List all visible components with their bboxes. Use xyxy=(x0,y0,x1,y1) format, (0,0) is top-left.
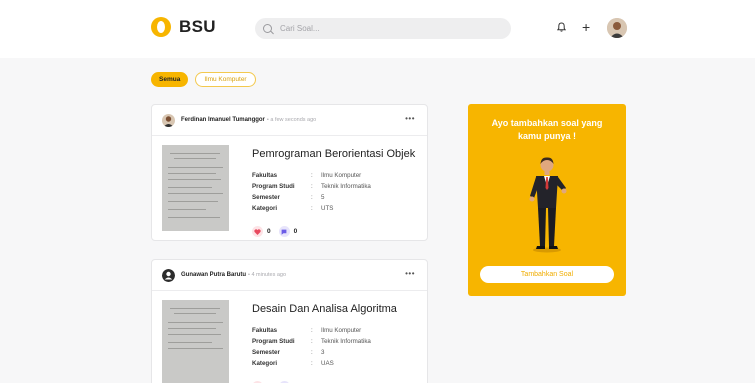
logo-icon xyxy=(151,17,171,37)
more-icon[interactable]: ••• xyxy=(405,269,415,278)
author-name[interactable]: Gunawan Putra Barutu xyxy=(181,272,246,278)
post-time: • a few seconds ago xyxy=(266,117,317,123)
author-avatar[interactable] xyxy=(162,113,175,127)
navbar: BSU + xyxy=(0,0,755,58)
bell-icon[interactable] xyxy=(557,22,566,32)
meta-label: Program Studi xyxy=(252,183,295,190)
meta-label: Semester xyxy=(252,194,280,201)
comment-button[interactable] xyxy=(278,226,290,237)
more-icon[interactable]: ••• xyxy=(405,114,415,123)
user-avatar[interactable] xyxy=(607,18,627,38)
question-thumbnail[interactable] xyxy=(162,145,229,231)
filter-chip-semua[interactable]: Semua xyxy=(151,72,189,87)
filter-chip-ilmu-komputer[interactable]: Ilmu Komputer xyxy=(195,72,256,87)
card-body: Pemrograman Berorientasi Objek Fakultas:… xyxy=(152,136,427,240)
question-meta: Fakultas: Ilmu Komputer Program Studi: Tek… xyxy=(252,327,371,367)
like-count: 0 xyxy=(267,228,271,235)
filter-chips: Semua Ilmu Komputer xyxy=(151,72,256,87)
post-time: • 4 minutes ago xyxy=(248,272,287,278)
comment-count: 0 xyxy=(293,228,298,235)
question-card[interactable]: Ferdinan Imanuel Tumanggor • a few secon… xyxy=(151,104,428,241)
search-input[interactable] xyxy=(280,24,480,33)
card-header: Gunawan Putra Barutu • 4 minutes ago ••• xyxy=(152,260,427,291)
promo-card: Ayo tambahkan soal yang kamu punya ! Tam… xyxy=(468,104,626,296)
meta-value: 3 xyxy=(321,349,325,356)
meta-value: Teknik Informatika xyxy=(321,338,371,345)
heart-icon xyxy=(254,228,261,235)
meta-value: 5 xyxy=(321,194,325,201)
question-card[interactable]: Gunawan Putra Barutu • 4 minutes ago •••… xyxy=(151,259,428,383)
search-bar[interactable] xyxy=(255,18,511,39)
plus-icon[interactable]: + xyxy=(582,20,590,34)
meta-label: Fakultas xyxy=(252,327,278,334)
meta-label: Kategori xyxy=(252,205,278,212)
search-icon xyxy=(263,24,272,33)
businessman-illustration xyxy=(529,157,567,253)
meta-label: Kategori xyxy=(252,360,278,367)
meta-value: UTS xyxy=(321,205,334,212)
question-title[interactable]: Pemrograman Berorientasi Objek xyxy=(252,148,415,160)
question-meta: Fakultas: Ilmu Komputer Program Studi: Tek… xyxy=(252,172,371,212)
meta-label: Semester xyxy=(252,349,280,356)
meta-value: Teknik Informatika xyxy=(321,183,371,190)
meta-label: Fakultas xyxy=(252,172,278,179)
meta-label: Program Studi xyxy=(252,338,295,345)
promo-title: Ayo tambahkan soal yang kamu punya ! xyxy=(491,118,603,141)
question-thumbnail[interactable] xyxy=(162,300,229,383)
card-body: Desain Dan Analisa Algoritma Fakultas: Il… xyxy=(152,291,427,383)
author-avatar[interactable] xyxy=(162,268,175,282)
author-name[interactable]: Ferdinan Imanuel Tumanggor xyxy=(181,117,265,123)
reactions: 0 0 xyxy=(252,226,297,237)
question-title[interactable]: Desain Dan Analisa Algoritma xyxy=(252,303,397,315)
like-button[interactable] xyxy=(252,226,263,237)
app-name: BSU xyxy=(179,17,216,36)
meta-value: UAS xyxy=(321,360,334,367)
logo[interactable]: BSU xyxy=(151,17,216,37)
comment-icon xyxy=(281,229,287,235)
meta-value: Ilmu Komputer xyxy=(321,327,362,334)
add-question-button[interactable]: Tambahkan Soal xyxy=(480,266,614,283)
card-header: Ferdinan Imanuel Tumanggor • a few secon… xyxy=(152,105,427,136)
meta-value: Ilmu Komputer xyxy=(321,172,362,179)
